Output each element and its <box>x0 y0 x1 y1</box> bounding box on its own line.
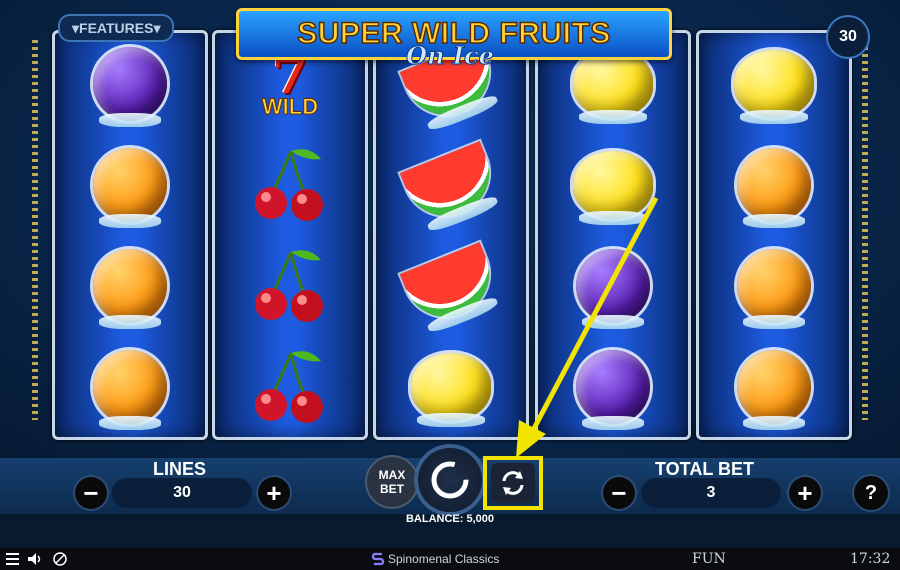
orange-icon <box>93 248 167 329</box>
orange-icon <box>737 248 811 329</box>
reel-symbol-watermelon <box>376 134 526 235</box>
footer-brand: Spinomenal Classics <box>388 552 500 566</box>
reel-symbol-lemon <box>376 336 526 437</box>
reel-4 <box>535 30 691 440</box>
reel-symbol-orange <box>699 336 849 437</box>
reel-symbol-cherry <box>215 336 365 437</box>
bet-increase-button[interactable]: + <box>789 477 821 509</box>
balance-display: BALANCE: 5,000 <box>405 513 495 525</box>
reel-symbol-watermelon <box>376 235 526 336</box>
watermelon-icon <box>399 140 503 229</box>
right-light-strip <box>862 40 868 420</box>
reel-3 <box>373 30 529 440</box>
max-bet-button[interactable]: MAX BET <box>367 457 417 507</box>
features-button[interactable]: ▾FEATURES▾ <box>58 14 175 42</box>
total-bet-value: 3 <box>641 478 781 508</box>
total-bet-label: TOTAL BET <box>655 459 754 479</box>
lemon-icon <box>573 150 653 225</box>
reel-2: 7 WILD <box>212 30 368 440</box>
lemon-icon <box>734 49 814 124</box>
autoplay-button[interactable] <box>491 463 535 503</box>
lines-increase-button[interactable]: + <box>258 477 290 509</box>
footer-bar: Spinomenal Classics FUN 17:32 <box>0 548 900 570</box>
spin-icon <box>431 461 469 499</box>
left-light-strip <box>32 40 38 420</box>
lines-label: LINES <box>153 459 207 479</box>
spin-button[interactable] <box>418 448 482 512</box>
reel-symbol-orange <box>699 134 849 235</box>
watermelon-icon <box>399 241 503 330</box>
reel-symbol-orange <box>55 336 205 437</box>
reel-symbol-cherry <box>215 134 365 235</box>
autoplay-refresh-icon <box>502 471 524 495</box>
lines-value: 30 <box>112 478 252 508</box>
game-subtitle: On Ice <box>406 41 495 70</box>
reel-symbol-lemon <box>699 33 849 134</box>
clock: 17:32 <box>850 551 891 567</box>
sound-icon <box>28 553 41 565</box>
menu-icon <box>6 553 19 565</box>
reel-symbol-orange <box>55 235 205 336</box>
spinomenal-logo-icon <box>372 552 384 566</box>
orange-icon <box>93 349 167 430</box>
cherry-icon <box>251 347 329 427</box>
bet-decrease-button[interactable]: − <box>603 477 635 509</box>
plum-icon <box>576 349 650 430</box>
wild-label: WILD <box>261 93 319 119</box>
cherry-icon <box>251 246 329 326</box>
reel-symbol-cherry <box>215 235 365 336</box>
plum-icon <box>93 46 167 127</box>
turbo-icon <box>53 552 67 566</box>
orange-icon <box>93 147 167 228</box>
reel-symbol-lemon <box>538 134 688 235</box>
reel-1 <box>52 30 208 440</box>
reel-symbol-orange <box>55 134 205 235</box>
plum-icon <box>576 248 650 329</box>
reel-symbol-plum <box>538 336 688 437</box>
reel-5 <box>696 30 852 440</box>
orange-icon <box>737 147 811 228</box>
reel-symbol-plum <box>55 33 205 134</box>
lines-decrease-button[interactable]: − <box>75 477 107 509</box>
lemon-icon <box>411 352 491 427</box>
active-lines-badge: 30 <box>826 15 870 59</box>
orange-icon <box>737 349 811 430</box>
help-button[interactable]: ? <box>854 476 888 510</box>
reel-symbol-plum <box>538 235 688 336</box>
game-mode: FUN <box>692 551 726 567</box>
autoplay-button-highlight[interactable] <box>483 456 543 510</box>
footer-icons <box>6 552 67 566</box>
cherry-icon <box>251 145 329 225</box>
reel-symbol-orange <box>699 235 849 336</box>
